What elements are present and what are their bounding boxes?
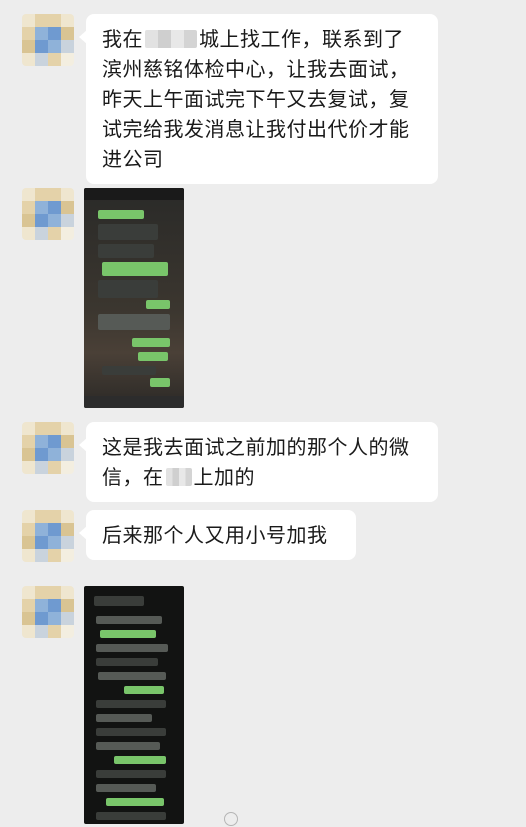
redacted-text xyxy=(145,30,197,48)
message-line: 这是我去面试之前加的那个人的微 xyxy=(102,435,410,459)
avatar[interactable] xyxy=(22,14,74,66)
avatar[interactable] xyxy=(22,422,74,474)
redacted-text xyxy=(165,468,192,486)
avatar[interactable] xyxy=(22,586,74,638)
avatar[interactable] xyxy=(22,188,74,240)
message-line: 我在 城上找工作，联系到了 xyxy=(102,27,404,51)
message-line: 试完给我发消息让我付出代价才能 xyxy=(102,117,410,141)
message-line: 信，在 上加的 xyxy=(102,465,255,489)
chat-screenshot-image[interactable] xyxy=(84,188,184,408)
message-bubble[interactable]: 后来那个人又用小号加我 xyxy=(79,510,356,560)
message-bubble[interactable]: 我在 城上找工作，联系到了 滨州慈铭体检中心，让我去面试， 昨天上午面试完下午又去… xyxy=(79,14,438,184)
chat-screenshot-image[interactable] xyxy=(84,586,184,824)
message-bubble[interactable]: 这是我去面试之前加的那个人的微 信，在 上加的 xyxy=(79,422,438,502)
message-line: 进公司 xyxy=(102,147,164,171)
message-line: 昨天上午面试完下午又去复试，复 xyxy=(102,87,410,111)
avatar[interactable] xyxy=(22,510,74,562)
message-line: 滨州慈铭体检中心，让我去面试， xyxy=(102,57,410,81)
message-line: 后来那个人又用小号加我 xyxy=(102,523,328,547)
chat-area: 我在 城上找工作，联系到了 滨州慈铭体检中心，让我去面试， 昨天上午面试完下午又去… xyxy=(0,0,526,827)
watermark xyxy=(224,812,241,827)
